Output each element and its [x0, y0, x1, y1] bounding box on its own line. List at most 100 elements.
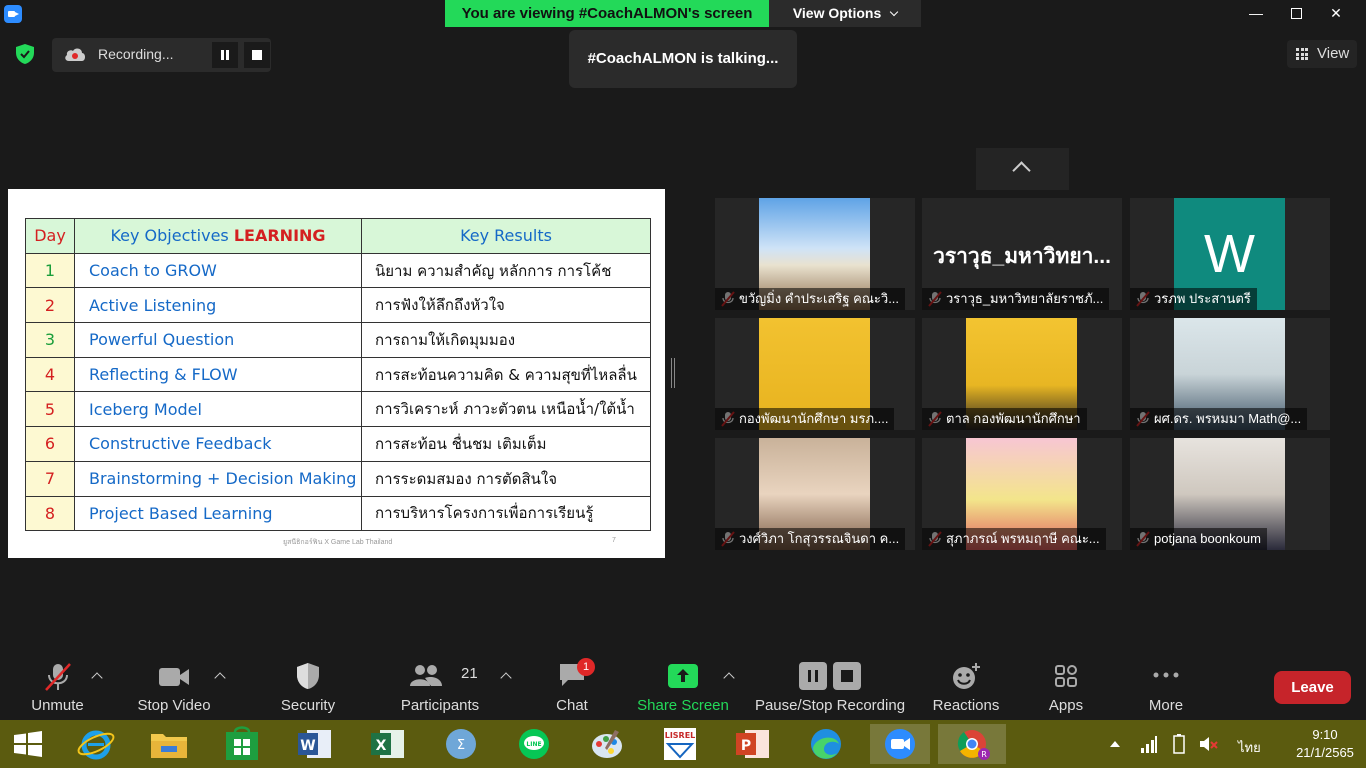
talking-indicator: #CoachALMON is talking... [569, 30, 797, 88]
table-row: 8 Project Based Learning การบริหารโครงการเ… [25, 495, 651, 532]
taskbar-clock[interactable]: 9:10 21/1/2565 [1290, 726, 1360, 762]
svg-text:P: P [741, 738, 751, 754]
day-number: 7 [25, 460, 75, 497]
clock-date: 21/1/2565 [1296, 745, 1354, 760]
stop-recording-button[interactable] [244, 42, 270, 68]
internet-explorer-icon[interactable] [74, 724, 118, 764]
pause-stop-recording-button[interactable]: Pause/Stop Recording [752, 648, 908, 720]
line-app-icon[interactable]: LINE [512, 724, 556, 764]
paint-icon[interactable] [585, 724, 629, 764]
chat-label: Chat [556, 697, 588, 714]
network-signal-icon[interactable] [1140, 734, 1158, 754]
split-resize-handle[interactable] [670, 358, 676, 388]
participants-button[interactable]: Participants [398, 648, 482, 720]
slide-page-number: 7 [612, 537, 616, 544]
file-explorer-icon[interactable] [147, 724, 191, 764]
stop-video-button[interactable]: Stop Video [134, 648, 214, 720]
video-camera-icon [159, 668, 189, 686]
participant-tile[interactable]: ผศ.ดร. พรหมมา Math@... [1130, 318, 1330, 430]
video-options-caret[interactable] [214, 672, 226, 684]
participant-name: วงศ์วิภา โกสุวรรณจินดา ค... [715, 528, 906, 550]
microsoft-edge-icon[interactable] [804, 724, 848, 764]
encryption-shield-icon[interactable] [16, 44, 34, 64]
header-objectives: Key Objectives LEARNING [74, 218, 362, 254]
day-number: 5 [25, 391, 75, 428]
apps-button[interactable]: Apps [1036, 648, 1096, 720]
participant-name: potjana boonkoum [1130, 528, 1267, 550]
participants-options-caret[interactable] [500, 672, 512, 684]
svg-text:R: R [981, 750, 987, 759]
windows-start-icon[interactable] [6, 724, 50, 764]
table-header-row: Day Key Objectives LEARNING Key Results [25, 218, 651, 254]
math-input-icon[interactable]: Σ [439, 724, 483, 764]
microsoft-powerpoint-icon[interactable]: P [731, 724, 775, 764]
more-dots-icon [1153, 672, 1179, 678]
apps-label: Apps [1048, 697, 1084, 714]
chat-unread-badge: 1 [577, 658, 595, 676]
table-row: 1 Coach to GROW นิยาม ความสำคัญ หลักการ กา… [25, 252, 651, 289]
battery-icon[interactable] [1170, 733, 1190, 755]
participant-tile[interactable]: กองพัฒนานักศึกษา มรภ.... [715, 318, 915, 430]
close-button[interactable]: ✕ [1316, 0, 1356, 28]
chat-button[interactable]: 1 Chat [544, 648, 600, 720]
participant-tile[interactable]: ตาล กองพัฒนานักศึกษา [922, 318, 1122, 430]
result-cell: นิยาม ความสำคัญ หลักการ การโค้ช [361, 252, 651, 289]
view-label: View [1317, 45, 1350, 62]
svg-text:LISREL: LISREL [665, 731, 696, 740]
participant-tile[interactable]: potjana boonkoum [1130, 438, 1330, 550]
gallery-page-up-button[interactable] [976, 148, 1069, 190]
zoom-logo-icon [4, 5, 22, 23]
maximize-button[interactable] [1276, 0, 1316, 28]
meeting-toolbar: Unmute Stop Video Security Participants … [0, 648, 1366, 720]
leave-button[interactable]: Leave [1274, 671, 1351, 704]
participants-icon [410, 665, 442, 686]
table-row: 4 Reflecting & FLOW การสะท้อนความคิด & ควา… [25, 356, 651, 393]
participant-tile[interactable]: ขวัญมิ่ง คำประเสริฐ คณะวิ... [715, 198, 915, 310]
google-chrome-icon[interactable]: R [938, 724, 1006, 764]
minimize-button[interactable]: — [1236, 0, 1276, 28]
objective-cell: Constructive Feedback [74, 426, 362, 462]
participant-name: ผศ.ดร. พรหมมา Math@... [1130, 408, 1308, 430]
input-language[interactable]: ไทย [1238, 737, 1261, 758]
microsoft-excel-icon[interactable]: X [366, 724, 410, 764]
title-bar: You are viewing #CoachALMON's screen Vie… [0, 0, 1366, 28]
header-objectives-prefix: Key Objectives [110, 226, 234, 246]
shared-screen-slide: Day Key Objectives LEARNING Key Results … [8, 189, 665, 558]
table-row: 5 Iceberg Model การวิเคราะห์ ภาวะตัวตน เหน… [25, 391, 651, 428]
microsoft-word-icon[interactable]: W [293, 724, 337, 764]
clock-time: 9:10 [1312, 727, 1338, 742]
pause-recording-button[interactable] [212, 42, 238, 68]
recording-label: Recording... [98, 46, 174, 62]
view-layout-button[interactable]: View [1287, 40, 1357, 68]
participant-tile[interactable]: สุภาภรณ์ พรหมฤาษี คณะ... [922, 438, 1122, 550]
more-button[interactable]: More [1136, 648, 1196, 720]
microsoft-store-icon[interactable] [220, 724, 264, 764]
unmute-button[interactable]: Unmute [20, 648, 95, 720]
view-options-label: View Options [792, 5, 882, 21]
show-hidden-icons-icon[interactable] [1110, 741, 1120, 747]
svg-text:Σ: Σ [457, 738, 465, 753]
participants-label: Participants [400, 697, 480, 714]
participant-tile[interactable]: วงศ์วิภา โกสุวรรณจินดา ค... [715, 438, 915, 550]
share-screen-button[interactable]: Share Screen [636, 648, 730, 720]
table-row: 2 Active Listening การฟังให้ลึกถึงหัวใจ [25, 287, 651, 324]
svg-text:LINE: LINE [526, 741, 541, 748]
participant-tile[interactable]: วราวุธ_มหาวิทยา... วราวุธ_มหาวิทยาลัยราชภ… [922, 198, 1122, 310]
day-number: 4 [25, 356, 75, 393]
day-number: 8 [25, 495, 75, 532]
view-options-button[interactable]: View Options [769, 0, 921, 27]
security-button[interactable]: Security [272, 648, 344, 720]
result-cell: การฟังให้ลึกถึงหัวใจ [361, 287, 651, 324]
slide-footer: ยูสนีธิกอร์ฟิน X Game Lab Thailand [283, 539, 393, 546]
zoom-taskbar-icon[interactable] [870, 724, 930, 764]
security-label: Security [280, 697, 336, 714]
reactions-button[interactable]: Reactions [928, 648, 1004, 720]
svg-text:W: W [300, 738, 315, 754]
speaker-muted-icon[interactable] [1198, 734, 1220, 754]
participant-tile[interactable]: W วรภพ ประสานตรี [1130, 198, 1330, 310]
result-cell: การสะท้อน ชื่นชม เติมเต็ม [361, 426, 651, 462]
windows-taskbar: W X Σ LINE LISREL P R ไทย 9:10 21/1/2565 [0, 720, 1366, 768]
smiley-icon [953, 663, 980, 689]
day-number: 1 [25, 252, 75, 289]
lisrel-icon[interactable]: LISREL [658, 724, 702, 764]
